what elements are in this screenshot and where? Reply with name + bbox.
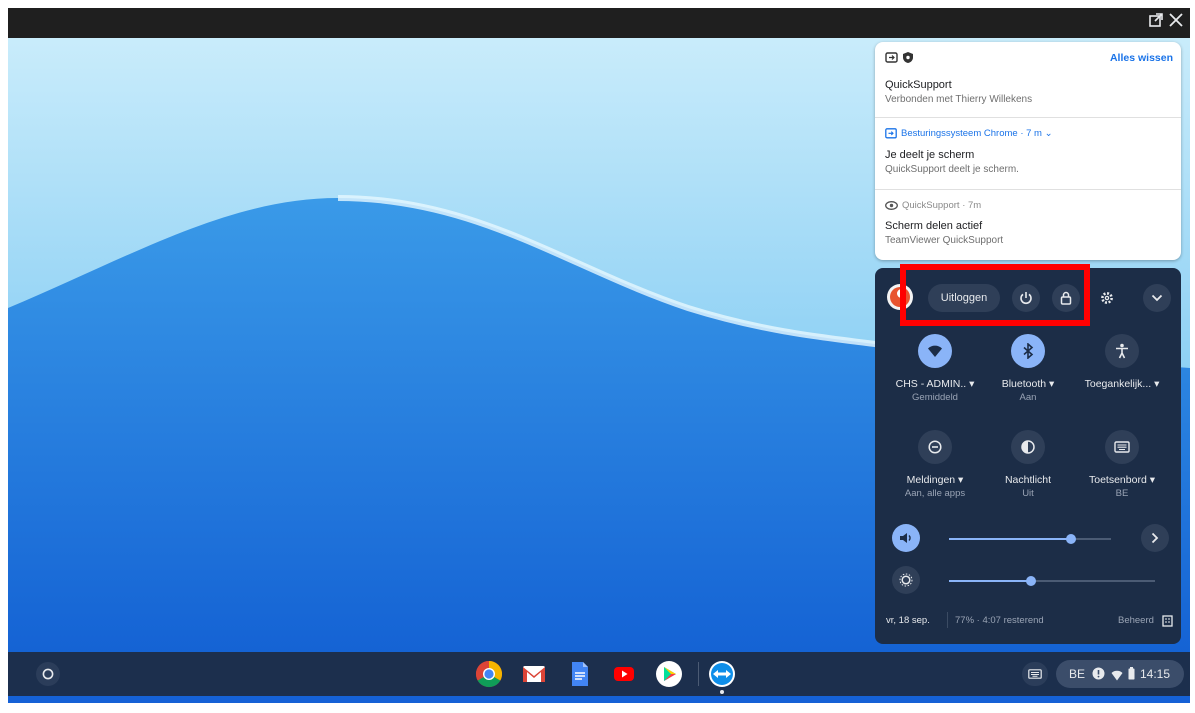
audio-settings-button[interactable] bbox=[1141, 524, 1169, 552]
docs-icon[interactable] bbox=[565, 660, 593, 688]
brightness-button bbox=[892, 566, 920, 594]
desktop-wallpaper: Alles wissen QuickSupport Verbonden met … bbox=[8, 38, 1190, 703]
brightness-slider[interactable] bbox=[949, 576, 1155, 586]
screen-share-status-icon bbox=[1092, 667, 1105, 685]
notification-title: Je deelt je scherm bbox=[885, 149, 975, 161]
battery-status: 77% · 4:07 resterend bbox=[955, 615, 1044, 626]
teamviewer-icon[interactable] bbox=[708, 660, 736, 694]
screen-share-icon bbox=[885, 128, 897, 139]
settings-button[interactable] bbox=[1093, 284, 1121, 312]
highlight-box bbox=[900, 264, 1090, 326]
close-icon[interactable] bbox=[1168, 12, 1184, 32]
night-light-tile-status: Uit bbox=[1022, 488, 1034, 499]
do-not-disturb-icon bbox=[928, 440, 942, 454]
screen-share-icon bbox=[885, 51, 898, 69]
night-light-tile-label[interactable]: Nachtlicht bbox=[978, 474, 1078, 486]
date-label[interactable]: vr, 18 sep. bbox=[886, 615, 930, 626]
status-tray[interactable]: BE 14:15 bbox=[1056, 660, 1184, 688]
notification-meta: QuickSupport · 7m bbox=[885, 200, 981, 211]
volume-slider-fill bbox=[949, 538, 1071, 540]
notifications-tile-status: Aan, alle apps bbox=[904, 488, 966, 499]
play-store-icon[interactable] bbox=[655, 660, 683, 688]
wifi-icon bbox=[1111, 668, 1123, 686]
notification-chrome-os[interactable]: Besturingssysteem Chrome · 7 m ⌄ Je deel… bbox=[875, 118, 1181, 190]
wifi-tile-button[interactable] bbox=[918, 334, 952, 368]
collapse-button[interactable] bbox=[1143, 284, 1171, 312]
keyboard-icon bbox=[1114, 441, 1130, 453]
enterprise-icon bbox=[1162, 614, 1173, 632]
volume-slider-thumb[interactable] bbox=[1066, 534, 1076, 544]
gear-icon bbox=[1101, 292, 1113, 304]
accessibility-tile-label[interactable]: Toegankelijk... ▾ bbox=[1072, 378, 1172, 390]
volume-icon bbox=[900, 533, 911, 543]
notification-body: Verbonden met Thierry Willekens bbox=[885, 94, 1033, 105]
notification-source: Besturingssysteem Chrome · 7 m ⌄ bbox=[901, 128, 1053, 139]
notification-center: Alles wissen QuickSupport Verbonden met … bbox=[875, 42, 1181, 260]
shelf: BE 14:15 bbox=[8, 652, 1190, 696]
popout-icon[interactable] bbox=[1148, 12, 1164, 32]
night-light-icon bbox=[1021, 440, 1035, 454]
bluetooth-icon bbox=[1023, 343, 1034, 359]
eye-icon bbox=[885, 201, 898, 210]
shield-icon bbox=[902, 51, 914, 69]
brightness-slider-fill bbox=[949, 580, 1031, 582]
bluetooth-tile-button[interactable] bbox=[1011, 334, 1045, 368]
brightness-icon bbox=[899, 573, 913, 587]
volume-mute-button[interactable] bbox=[892, 524, 920, 552]
battery-icon bbox=[1128, 667, 1135, 685]
ime-label: BE bbox=[1069, 667, 1086, 681]
brightness-slider-thumb[interactable] bbox=[1026, 576, 1036, 586]
wifi-tile-label[interactable]: CHS - ADMIN.. ▾ bbox=[885, 378, 985, 390]
notifications-tile-button[interactable] bbox=[918, 430, 952, 464]
managed-label[interactable]: Beheerd bbox=[1118, 615, 1154, 626]
volume-slider[interactable] bbox=[949, 534, 1111, 544]
keyboard-tile-status: BE bbox=[1115, 488, 1129, 499]
wifi-tile-status: Gemiddeld bbox=[912, 392, 958, 403]
shelf-divider bbox=[698, 662, 699, 686]
keyboard-tray-button[interactable] bbox=[1022, 662, 1048, 686]
keyboard-icon bbox=[1028, 669, 1042, 679]
screenshot-frame: Alles wissen QuickSupport Verbonden met … bbox=[0, 0, 1195, 713]
youtube-icon[interactable] bbox=[610, 660, 638, 688]
chevron-down-icon bbox=[1151, 294, 1163, 302]
chevron-right-icon bbox=[1151, 532, 1159, 544]
keyboard-tile-label[interactable]: Toetsenbord ▾ bbox=[1072, 474, 1172, 486]
launcher-icon bbox=[42, 668, 54, 680]
notification-source: QuickSupport · 7m bbox=[902, 200, 982, 211]
notification-title: Scherm delen actief bbox=[885, 220, 983, 232]
notification-body: TeamViewer QuickSupport bbox=[885, 235, 1004, 246]
bluetooth-tile-label[interactable]: Bluetooth ▾ bbox=[978, 378, 1078, 390]
night-light-tile-button[interactable] bbox=[1011, 430, 1045, 464]
notifications-tile-label[interactable]: Meldingen ▾ bbox=[885, 474, 985, 486]
accessibility-icon bbox=[1116, 343, 1128, 359]
divider bbox=[947, 612, 948, 628]
notification-meta: Besturingssysteem Chrome · 7 m ⌄ bbox=[885, 128, 1053, 139]
notification-screen-sharing[interactable]: QuickSupport · 7m Scherm delen actief Te… bbox=[875, 190, 1181, 260]
window-titlebar bbox=[8, 8, 1190, 38]
wifi-icon bbox=[928, 345, 942, 357]
launcher-button[interactable] bbox=[36, 662, 60, 686]
notification-title: QuickSupport bbox=[885, 79, 952, 91]
notification-quicksupport[interactable]: Alles wissen QuickSupport Verbonden met … bbox=[875, 42, 1181, 118]
notification-body: QuickSupport deelt je scherm. bbox=[885, 164, 1019, 175]
clear-all-button[interactable]: Alles wissen bbox=[1110, 52, 1173, 64]
accessibility-tile-button[interactable] bbox=[1105, 334, 1139, 368]
chrome-icon[interactable] bbox=[475, 660, 503, 688]
gmail-icon[interactable] bbox=[520, 660, 548, 688]
bluetooth-tile-status: Aan bbox=[1019, 392, 1037, 403]
clock: 14:15 bbox=[1140, 667, 1171, 681]
keyboard-tile-button[interactable] bbox=[1105, 430, 1139, 464]
